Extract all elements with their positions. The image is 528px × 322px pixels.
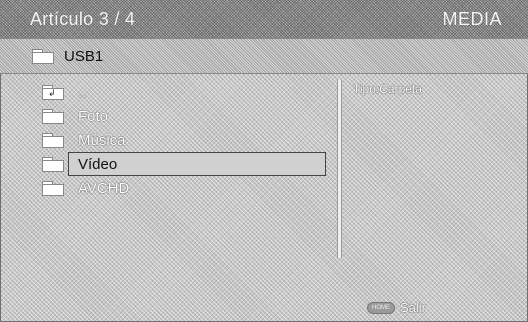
list-item-avchd[interactable]: AVCHD — [40, 176, 328, 200]
path-bar: USB1 — [0, 38, 528, 74]
list-item-musica[interactable]: Música — [40, 128, 328, 152]
path-label: USB1 — [64, 48, 104, 65]
list-item-label: Vídeo — [78, 156, 118, 173]
list-item-foto[interactable]: Foto — [40, 104, 328, 128]
folder-icon — [42, 133, 64, 148]
list-item-label: Música — [78, 132, 126, 149]
list-item-video[interactable]: Vídeo — [40, 152, 328, 176]
scrollbar[interactable] — [337, 80, 342, 258]
list-item-label: .. — [78, 84, 87, 101]
folder-up-icon: ↲ — [42, 85, 64, 100]
folder-icon — [42, 109, 64, 124]
item-counter: Artículo 3 / 4 — [30, 9, 136, 29]
item-type-info: Tipo:Carpeta — [353, 82, 422, 96]
folder-icon — [42, 181, 64, 196]
title-bar: Artículo 3 / 4 MEDIA — [0, 0, 528, 38]
home-button-icon: HOME — [367, 302, 395, 314]
scrollbar-thumb[interactable] — [338, 80, 341, 258]
folder-icon — [42, 157, 64, 172]
exit-label: Salir — [400, 300, 427, 315]
section-title: MEDIA — [442, 9, 502, 29]
list-item-label: AVCHD — [78, 180, 130, 197]
folder-icon — [32, 49, 54, 64]
list-item-label: Foto — [78, 108, 109, 125]
list-item-parent[interactable]: ↲ .. — [40, 80, 328, 104]
